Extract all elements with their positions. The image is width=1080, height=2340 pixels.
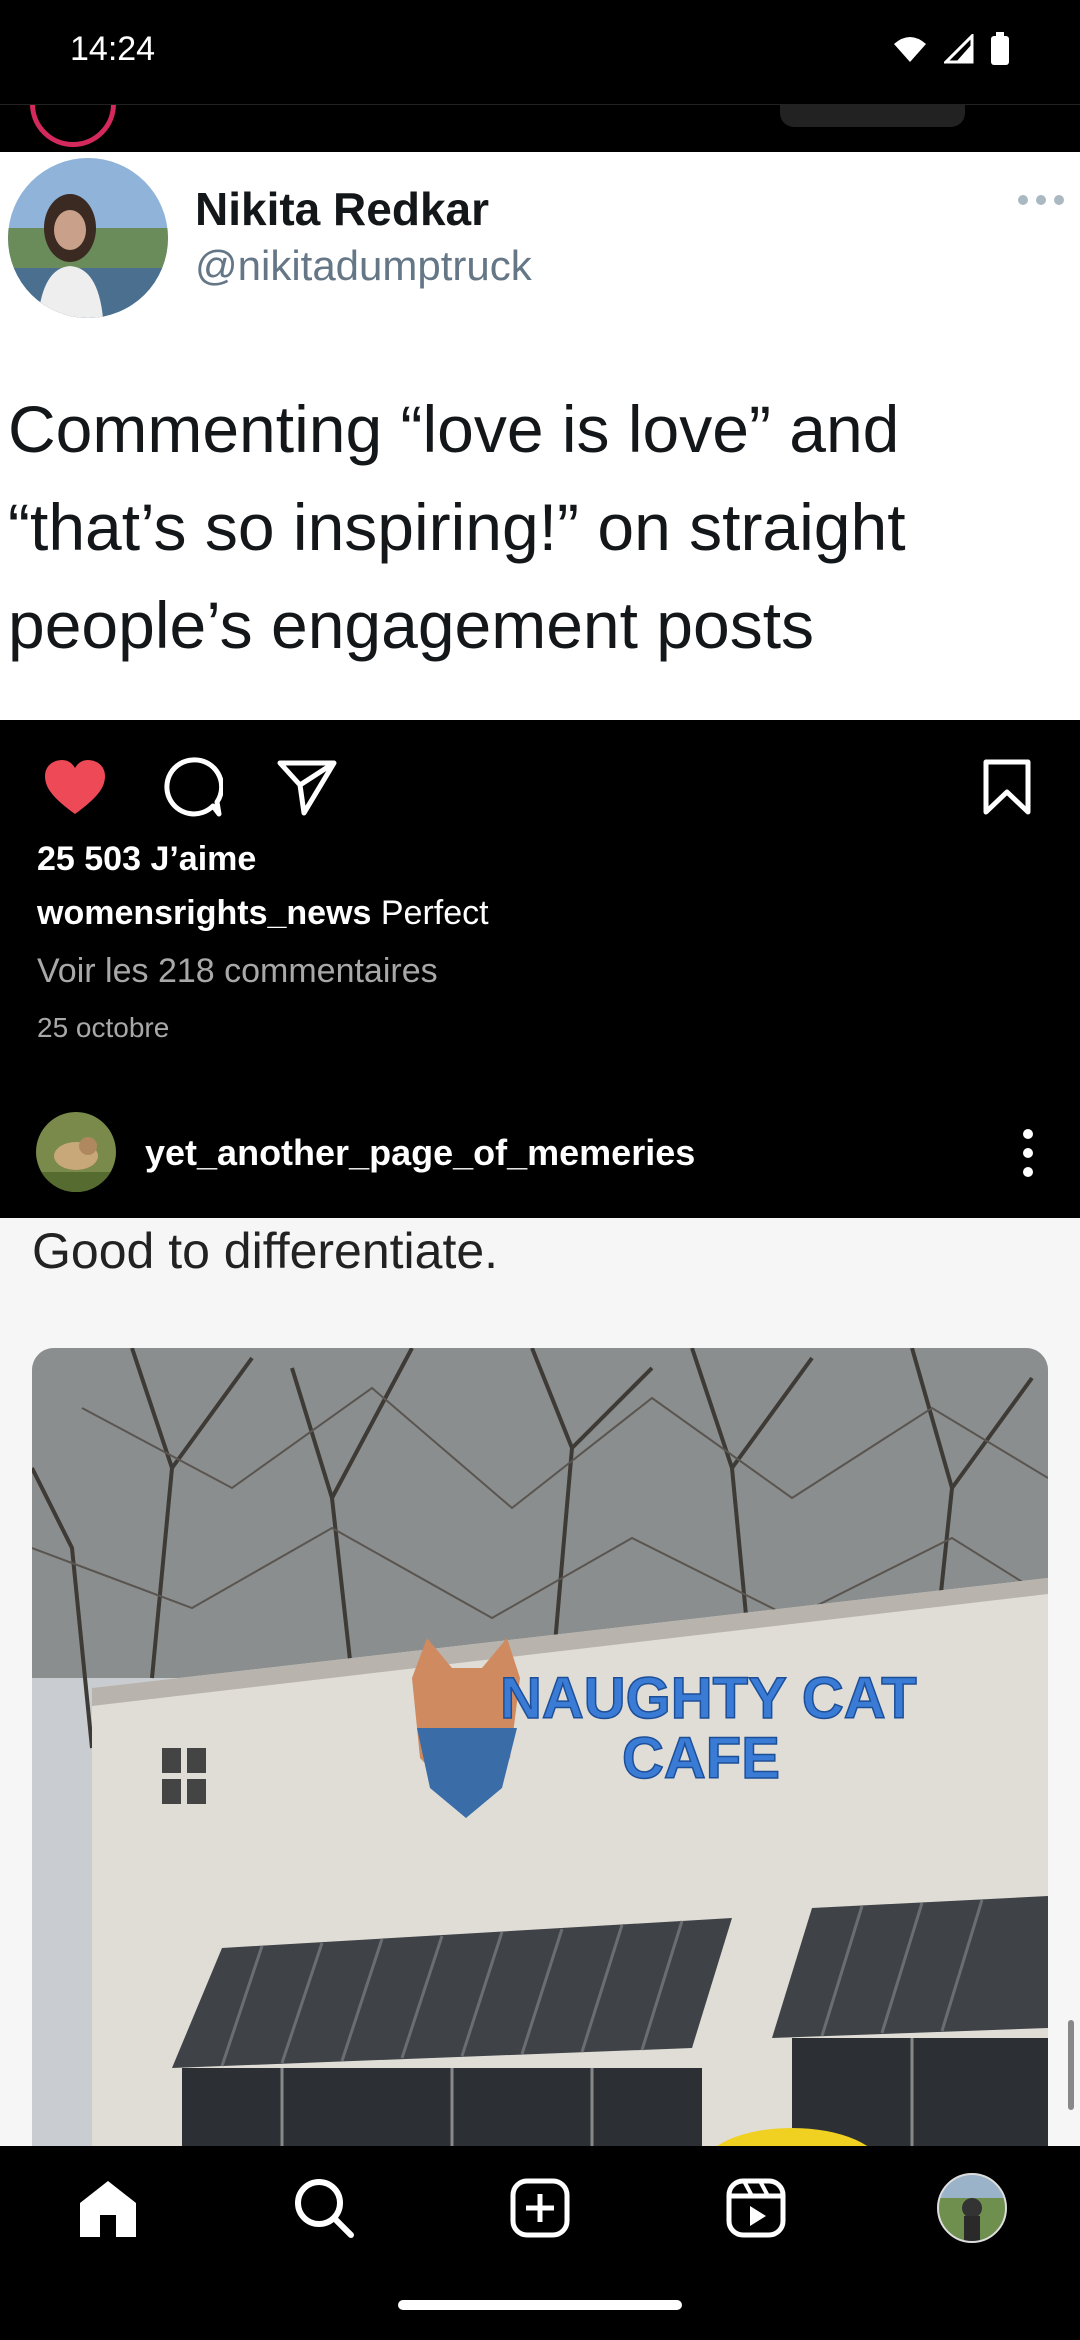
heart-icon	[45, 760, 105, 814]
tweet-text-line: people’s engagement posts	[8, 588, 815, 662]
view-comments-link[interactable]: Voir les 218 commentaires	[37, 952, 1037, 991]
tweet-text-line: Commenting “love is love” and	[8, 392, 900, 466]
post-image-tweet-screenshot[interactable]: Nikita Redkar @nikitadumptruck Commentin…	[0, 152, 1080, 720]
nav-home[interactable]	[68, 2168, 148, 2248]
comment-bubble-icon	[164, 757, 223, 817]
caption-text: Perfect	[380, 894, 489, 932]
post-author-username[interactable]: yet_another_page_of_memeries	[145, 1132, 695, 1174]
status-bar: 14:24	[0, 0, 1080, 104]
caption-username[interactable]: womensrights_news	[37, 894, 371, 932]
paper-plane-icon	[277, 760, 337, 816]
previous-avatar[interactable]	[30, 105, 116, 147]
post-caption: womensrights_news Perfect	[37, 894, 1037, 933]
scroll-indicator	[1068, 2020, 1074, 2110]
tweet-author-handle: @nikitadumptruck	[195, 242, 532, 289]
gesture-home-indicator[interactable]	[398, 2300, 682, 2310]
storefront-sign-line1: NAUGHTY CAT	[500, 1666, 917, 1731]
tweet-text-line: “that’s so inspiring!” on straight	[8, 490, 906, 564]
bottom-navigation	[0, 2146, 1080, 2340]
nav-create[interactable]	[500, 2168, 580, 2248]
image-caption-text: Good to differentiate.	[32, 1223, 499, 1279]
status-icons	[892, 32, 1010, 66]
storefront-photo: NAUGHTY CAT CAFE	[32, 1348, 1048, 2168]
like-button[interactable]	[40, 752, 110, 822]
save-button[interactable]	[972, 752, 1042, 822]
post-header: yet_another_page_of_memeries	[0, 1108, 1080, 1218]
status-time: 14:24	[70, 30, 156, 68]
tweet-author-name: Nikita Redkar	[195, 183, 490, 235]
profile-avatar	[937, 2173, 1007, 2243]
post-author-avatar[interactable]	[36, 1112, 116, 1192]
share-button[interactable]	[272, 752, 342, 822]
previous-post-header	[0, 104, 1080, 153]
nav-search[interactable]	[284, 2168, 364, 2248]
nav-reels[interactable]	[716, 2168, 796, 2248]
previous-follow-button[interactable]	[780, 105, 965, 127]
tweet-text: Commenting “love is love” and “that’s so…	[8, 380, 1028, 674]
tweet-author-avatar	[8, 158, 168, 318]
add-post-icon	[510, 2178, 570, 2238]
post-action-bar	[0, 720, 1080, 840]
comment-button[interactable]	[157, 752, 227, 822]
wifi-icon	[894, 37, 926, 62]
likes-count[interactable]: 25 503 J’aime	[37, 840, 1037, 879]
home-icon	[80, 2181, 136, 2237]
battery-icon	[991, 32, 1009, 65]
tweet-more-icon	[1018, 195, 1064, 205]
more-options-icon[interactable]	[1016, 1128, 1040, 1178]
bookmark-icon	[983, 759, 1031, 815]
storefront-sign-line2: CAFE	[622, 1726, 780, 1791]
cellular-signal-icon	[944, 34, 974, 64]
search-icon	[295, 2179, 354, 2238]
nav-profile[interactable]	[932, 2168, 1012, 2248]
post-date: 25 octobre	[37, 1012, 170, 1043]
reels-icon	[726, 2178, 786, 2238]
